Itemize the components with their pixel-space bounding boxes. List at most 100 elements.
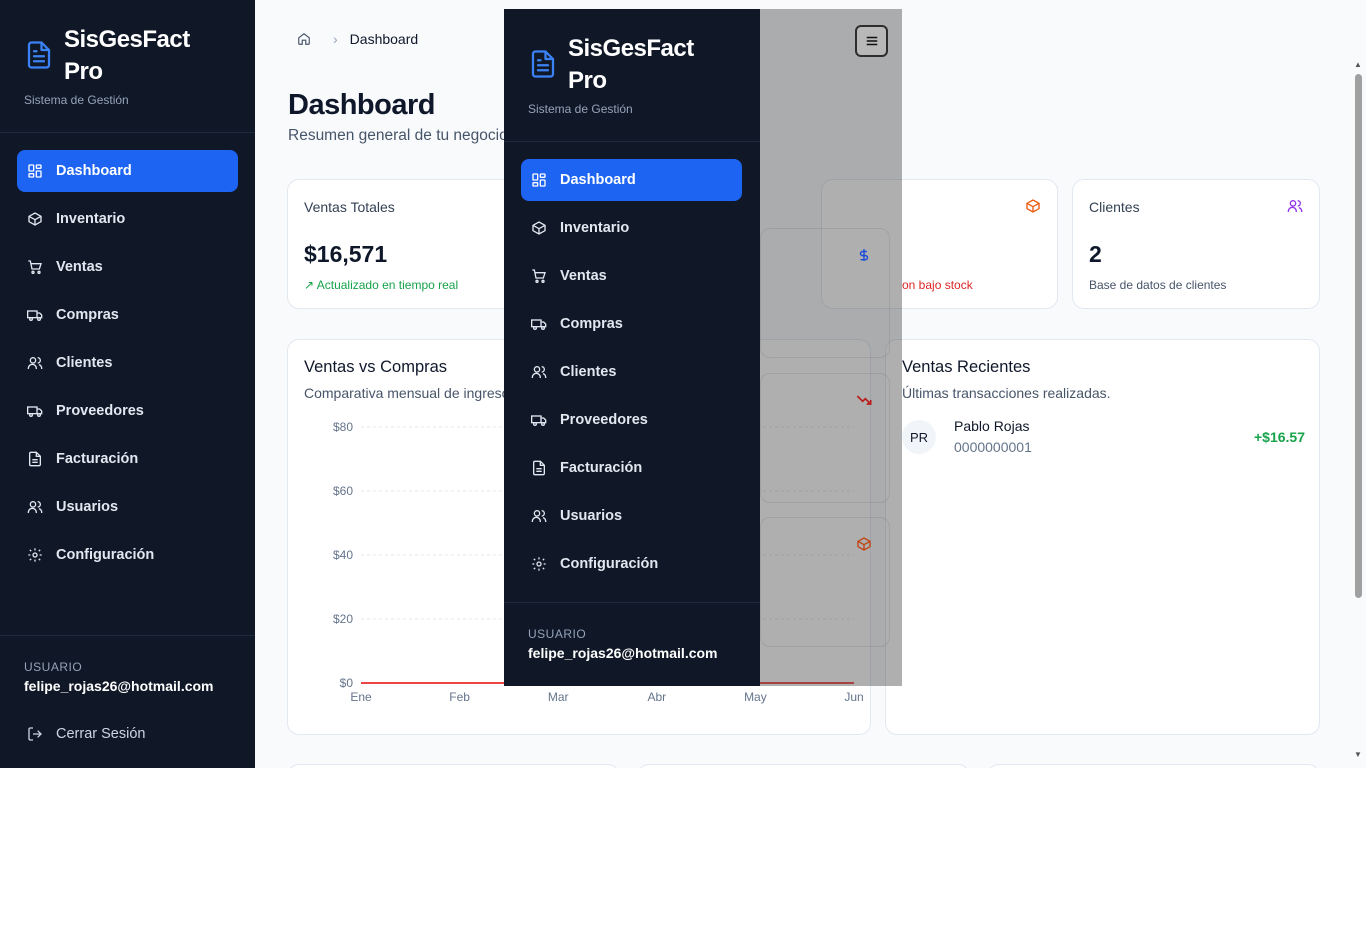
stat-card-sales: Ventas Totales $16,571 ↗ Actualizado en … bbox=[287, 179, 535, 309]
home-icon[interactable] bbox=[297, 32, 311, 46]
document-logo-icon bbox=[531, 50, 555, 78]
stat-value: 2 bbox=[1089, 241, 1102, 267]
drawer-item-configuracion[interactable]: Configuración bbox=[521, 543, 742, 585]
sidebar-item-ventas[interactable]: Ventas bbox=[17, 246, 238, 288]
brand-name: SisGesFact Pro bbox=[64, 26, 190, 85]
gear-icon bbox=[28, 548, 42, 562]
gear-icon bbox=[532, 557, 546, 571]
drawer-item-ventas[interactable]: Ventas bbox=[521, 255, 742, 297]
divider bbox=[504, 141, 760, 142]
drawer-item-label: Inventario bbox=[560, 220, 630, 236]
drawer-item-compras[interactable]: Compras bbox=[521, 303, 742, 345]
card-peek bbox=[287, 764, 620, 768]
customer-doc: 0000000001 bbox=[954, 439, 1032, 455]
sidebar-item-compras[interactable]: Compras bbox=[17, 294, 238, 336]
sale-amount: +$16.57 bbox=[1254, 429, 1305, 445]
sidebar-item-inventario[interactable]: Inventario bbox=[17, 198, 238, 240]
file-icon bbox=[533, 460, 545, 476]
logout-button[interactable]: Cerrar Sesión bbox=[27, 726, 145, 742]
sidebar-item-label: Proveedores bbox=[56, 403, 144, 419]
users-icon bbox=[531, 510, 547, 522]
y-tick-label: $80 bbox=[333, 420, 353, 434]
drawer-item-inventario[interactable]: Inventario bbox=[521, 207, 742, 249]
sidebar-item-clientes[interactable]: Clientes bbox=[17, 342, 238, 384]
drawer-item-label: Facturación bbox=[560, 460, 643, 476]
user-email: felipe_rojas26@hotmail.com bbox=[528, 645, 718, 661]
truck-icon bbox=[27, 406, 43, 417]
dollar-icon bbox=[859, 249, 869, 261]
avatar: PR bbox=[902, 420, 936, 454]
document-logo-icon bbox=[27, 41, 51, 69]
x-tick-label: Ene bbox=[350, 690, 372, 704]
sidebar-item-label: Clientes bbox=[56, 355, 113, 371]
box-icon bbox=[1026, 199, 1040, 213]
sidebar-item-facturacion[interactable]: Facturación bbox=[17, 438, 238, 480]
sidebar-item-label: Usuarios bbox=[56, 499, 119, 515]
users-icon bbox=[1287, 200, 1303, 212]
drawer-item-facturacion[interactable]: Facturación bbox=[521, 447, 742, 489]
stat-card-clients: Clientes 2 Base de datos de clientes bbox=[1072, 179, 1320, 309]
users-icon bbox=[27, 501, 43, 513]
cart-icon bbox=[532, 269, 546, 283]
sidebar-item-label: Ventas bbox=[56, 259, 103, 275]
user-block: USUARIO felipe_rojas26@hotmail.com bbox=[24, 660, 214, 694]
user-label: USUARIO bbox=[528, 627, 587, 641]
sidebar-item-label: Inventario bbox=[56, 211, 126, 227]
scroll-thumb[interactable] bbox=[1355, 74, 1362, 598]
x-tick-label: Jun bbox=[844, 690, 863, 704]
drawer-item-label: Dashboard bbox=[560, 172, 636, 188]
brand-name: SisGesFact Pro bbox=[568, 35, 694, 94]
page-subtitle: Resumen general de tu negocio bbox=[288, 127, 508, 144]
sidebar-item-proveedores[interactable]: Proveedores bbox=[17, 390, 238, 432]
menu-toggle-button[interactable] bbox=[855, 25, 888, 57]
drawer-nav: Dashboard Inventario Ventas Compras Clie… bbox=[521, 159, 742, 591]
divider bbox=[0, 635, 255, 636]
sidebar: SisGesFact Pro Sistema de Gestión Dashbo… bbox=[0, 0, 255, 768]
divider bbox=[504, 602, 760, 603]
drawer-item-clientes[interactable]: Clientes bbox=[521, 351, 742, 393]
box-icon bbox=[532, 221, 546, 235]
hamburger-menu-icon bbox=[866, 36, 877, 46]
x-tick-label: Abr bbox=[647, 690, 666, 704]
brand-subtitle: Sistema de Gestión bbox=[24, 93, 129, 107]
page-title: Dashboard bbox=[288, 89, 435, 121]
sidebar-item-label: Configuración bbox=[56, 547, 155, 563]
drawer-item-label: Ventas bbox=[560, 268, 607, 284]
y-tick-label: $40 bbox=[333, 548, 353, 562]
mobile-drawer: SisGesFact Pro Sistema de Gestión Dashbo… bbox=[504, 9, 760, 686]
drawer-item-label: Clientes bbox=[560, 364, 617, 380]
scroll-up-arrow-icon[interactable]: ▲ bbox=[1354, 60, 1362, 69]
dashboard-icon bbox=[532, 173, 546, 187]
sidebar-item-label: Facturación bbox=[56, 451, 139, 467]
stat-footnote: on bajo stock bbox=[902, 278, 973, 292]
truck-icon bbox=[531, 415, 547, 426]
logout-icon bbox=[28, 727, 42, 741]
user-block: USUARIO felipe_rojas26@hotmail.com bbox=[528, 627, 718, 661]
x-tick-label: Mar bbox=[548, 690, 569, 704]
app-viewport: SisGesFact Pro Sistema de Gestión Dashbo… bbox=[0, 0, 1366, 768]
users-icon bbox=[27, 357, 43, 369]
brand-subtitle: Sistema de Gestión bbox=[528, 102, 633, 116]
box-icon bbox=[28, 212, 42, 226]
recent-sales-card: Ventas Recientes Últimas transacciones r… bbox=[885, 339, 1320, 735]
scroll-down-arrow-icon[interactable]: ▼ bbox=[1354, 750, 1362, 759]
card-peek bbox=[637, 764, 970, 768]
drawer-item-usuarios[interactable]: Usuarios bbox=[521, 495, 742, 537]
drawer-item-proveedores[interactable]: Proveedores bbox=[521, 399, 742, 441]
user-label: USUARIO bbox=[24, 660, 83, 674]
sidebar-item-configuracion[interactable]: Configuración bbox=[17, 534, 238, 576]
card-peek bbox=[987, 764, 1320, 768]
y-tick-label: $0 bbox=[340, 676, 354, 690]
logout-label: Cerrar Sesión bbox=[56, 726, 146, 742]
sidebar-item-usuarios[interactable]: Usuarios bbox=[17, 486, 238, 528]
y-tick-label: $60 bbox=[333, 484, 353, 498]
drawer-item-dashboard[interactable]: Dashboard bbox=[521, 159, 742, 201]
drawer-item-label: Compras bbox=[560, 316, 623, 332]
list-item[interactable]: PR Pablo Rojas 0000000001 +$16.57 bbox=[902, 418, 1305, 458]
page-scrollbar[interactable]: ▲ ▼ bbox=[1351, 60, 1366, 768]
dashboard-icon bbox=[28, 164, 42, 178]
cart-icon bbox=[28, 260, 42, 274]
sidebar-nav: Dashboard Inventario Ventas Compras Clie… bbox=[17, 150, 238, 582]
sidebar-item-dashboard[interactable]: Dashboard bbox=[17, 150, 238, 192]
divider bbox=[0, 132, 255, 133]
